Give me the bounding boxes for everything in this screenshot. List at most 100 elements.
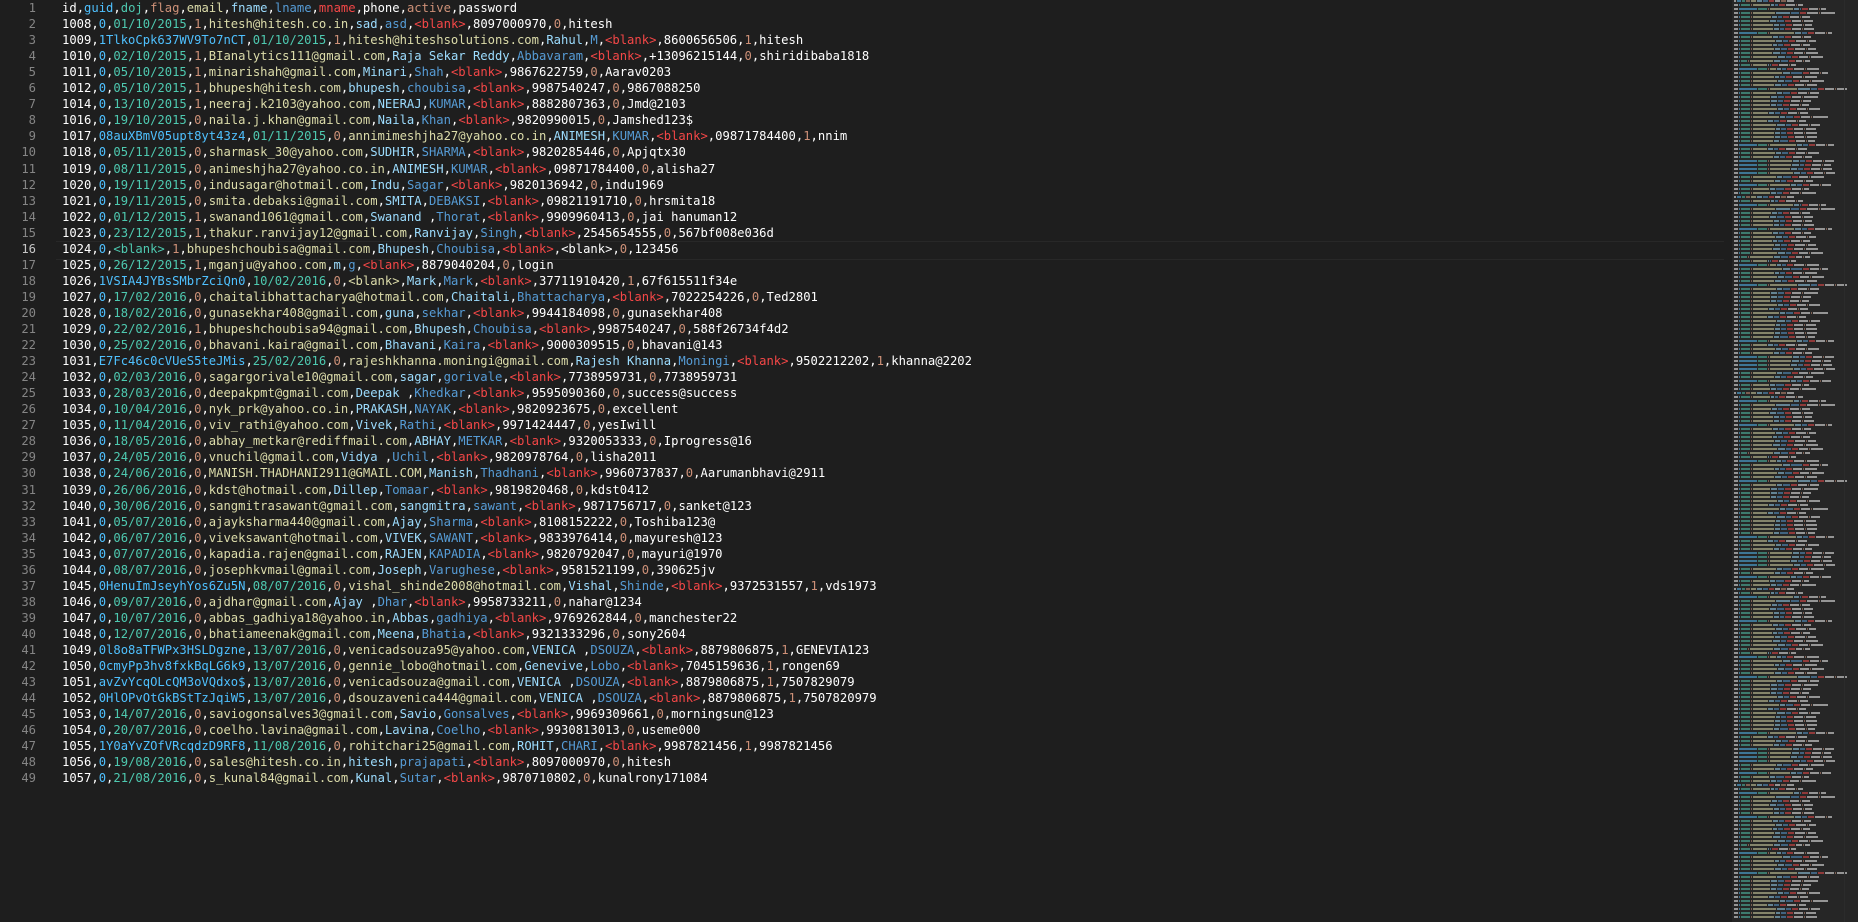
csv-comma: , [186,562,195,577]
csv-comma: , [201,289,209,304]
csv-field: <blank> [641,643,694,657]
csv-field: 0l8o8aTFWPx3HSLDgzne [98,643,246,657]
csv-comma: , [186,386,195,401]
csv-comma: , [186,594,195,609]
csv-field: 24/06/2016 [113,466,187,481]
minimap-slider[interactable] [1732,0,1858,922]
csv-comma: , [509,707,517,722]
csv-comma: , [91,370,99,385]
csv-comma: , [634,273,642,288]
csv-field: Apjqtx30 [627,145,686,160]
csv-field: 9321333296 [531,626,606,641]
csv-field: 0 [98,338,107,353]
csv-field: 1 [781,643,789,657]
csv-comma: , [326,129,334,144]
csv-comma: , [91,482,99,497]
csv-field: 0 [597,113,606,128]
csv-field: vnuchil@gmail.com [208,450,334,465]
csv-comma: , [91,289,99,304]
csv-comma: , [377,193,385,208]
csv-comma: , [722,578,730,593]
csv-field: 9820136942 [509,177,584,192]
csv-comma: , [553,562,562,577]
editor-window[interactable]: 1 2 3 4 5 6 7 8 9 10 11 12 13 14 15 16 17 18 19 20 21 22 23 24 2… [0,0,1858,922]
csv-comma: , [201,81,209,96]
csv-comma: , [575,225,584,240]
csv-field: Tomaar [384,482,429,497]
csv-comma: , [355,1,363,15]
csv-field: 0 [619,530,628,545]
code-line[interactable]: 1057,0,21/08/2016,0,s_kunal84@gmail.com,… [62,769,708,788]
csv-comma: , [737,49,745,64]
csv-field: yesIwill [597,418,657,433]
csv-field: khanna@2202 [891,354,972,369]
csv-field: <blank> [414,17,466,32]
csv-field: <blank> [737,354,789,369]
csv-comma: , [201,482,209,497]
csv-field: s_kunal84@gmail.com [208,771,349,786]
csv-comma: , [575,498,584,513]
csv-field: 0 [98,434,107,449]
csv-comma: , [201,370,209,385]
csv-field: mganju@yahoo.com [208,257,327,272]
csv-field: deepakpmt@gmail.com [208,386,349,401]
csv-field: excellent [612,402,679,417]
csv-field: 9987821456 [759,739,833,754]
csv-field: kunalrony171084 [597,771,708,786]
csv-comma: , [619,755,628,770]
csv-comma: , [91,273,99,288]
csv-field: 7507820979 [803,691,877,706]
csv-field: 7045159636 [685,659,760,674]
csv-field: 0 [98,402,107,417]
csv-field: email [186,1,224,15]
csv-field: rohitchari25@gmail.com [348,739,510,754]
csv-comma: , [348,17,356,32]
csv-field: 9870710802 [502,771,576,786]
csv-comma: , [91,17,99,32]
csv-comma: , [546,610,554,625]
csv-comma: , [91,97,99,112]
csv-comma: , [355,257,363,272]
csv-comma: , [370,97,378,112]
csv-field: 8879806875 [685,675,760,690]
csv-field: <blank> [458,113,510,128]
csv-comma: , [509,257,518,272]
csv-field: NAYAK [414,402,451,417]
csv-comma: , [656,33,664,48]
csv-field: Dhar [377,594,407,609]
csv-comma: , [392,707,400,722]
csv-comma: , [326,273,334,288]
csv-field: 13/07/2016 [252,643,327,657]
code-area[interactable]: id,guid,doj,flag,email,fname,lname,mname… [62,0,1722,922]
csv-field: Mark [443,273,473,288]
csv-comma: , [399,177,407,192]
csv-field: 9987540247 [531,81,606,96]
csv-field: 17/02/2016 [113,289,187,304]
csv-comma: , [399,273,407,288]
csv-field: 05/10/2015 [113,81,187,96]
csv-comma: , [759,289,767,304]
csv-field: Bhupesh [414,322,466,336]
csv-field: 1Y0aYvZOfVRcqdzD9RF8 [98,739,246,754]
csv-comma: , [245,273,253,288]
csv-field: 9820285446 [531,145,606,160]
csv-field: 0 [98,145,107,160]
csv-field: Shinde [619,578,664,593]
csv-comma: , [245,129,253,144]
csv-comma: , [436,707,444,722]
csv-comma: , [91,498,99,513]
csv-comma: , [656,370,664,385]
csv-comma: , [597,466,606,481]
csv-comma: , [436,338,444,353]
csv-field: Jamshed123$ [612,113,694,128]
csv-field: <blank> [649,691,701,706]
csv-field: SHARMA [421,145,466,160]
csv-field: Vishal [568,578,613,593]
csv-comma: , [91,33,99,48]
csv-field: Rajesh Khanna [575,354,672,369]
csv-field: 1039 [62,482,92,497]
csv-comma: , [245,578,253,593]
vertical-scrollbar[interactable] [1844,0,1858,922]
csv-field: Bhattacharya [517,289,606,304]
csv-comma: , [377,546,385,561]
